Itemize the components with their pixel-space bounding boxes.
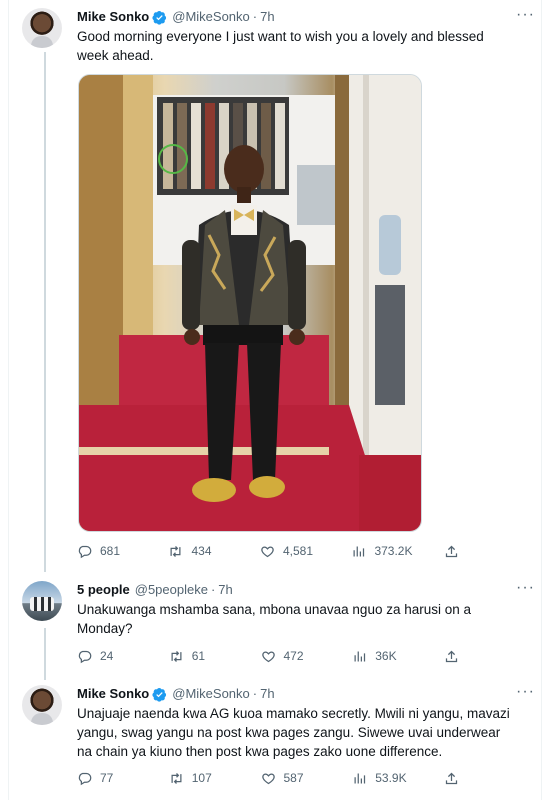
heart-icon (261, 650, 275, 662)
thread-line (44, 52, 46, 572)
view-count: 36K (375, 649, 397, 663)
separator-dot: · (252, 9, 258, 24)
user-handle[interactable]: @MikeSonko (172, 9, 250, 25)
share-icon (445, 650, 458, 662)
reply-icon (78, 650, 92, 663)
tweet-photo[interactable] (78, 74, 422, 532)
retweet-count: 434 (191, 544, 212, 558)
views-icon (354, 773, 366, 783)
views-icon (354, 651, 366, 661)
reply-count: 24 (100, 649, 114, 663)
retweet-button[interactable]: 107 (169, 771, 229, 786)
share-icon (445, 772, 458, 784)
avatar[interactable] (22, 685, 62, 725)
display-name[interactable]: Mike Sonko (77, 686, 149, 702)
retweet-icon (171, 772, 182, 784)
tweet-header: 5 people @5peopleke · 7h (77, 582, 233, 598)
timestamp[interactable]: 7h (260, 686, 274, 702)
tweet-text: Good morning everyone I just want to wis… (77, 29, 484, 63)
more-icon[interactable]: ··· (516, 7, 535, 23)
retweet-icon (170, 545, 181, 557)
views-button[interactable]: 53.9K (352, 771, 412, 786)
reply-count: 77 (100, 771, 114, 785)
view-count: 53.9K (375, 771, 407, 785)
reply-count: 681 (100, 544, 121, 558)
like-button[interactable]: 587 (261, 771, 321, 786)
like-button[interactable]: 4,581 (260, 544, 320, 559)
retweet-count: 61 (191, 649, 206, 663)
timestamp[interactable]: 7h (260, 9, 274, 25)
thread-line (44, 628, 46, 680)
display-name[interactable]: 5 people (77, 582, 130, 598)
like-count: 587 (283, 771, 304, 785)
user-handle[interactable]: @5peopleke (135, 582, 208, 598)
reply-button[interactable]: 24 (77, 649, 137, 664)
reply-button[interactable]: 681 (77, 544, 137, 559)
verified-badge-icon (152, 10, 167, 25)
retweet-icon (171, 650, 182, 662)
retweet-button[interactable]: 61 (169, 649, 229, 664)
tweet-actions: 24 61 472 36K (77, 647, 459, 665)
verified-badge-icon (152, 687, 167, 702)
tweet-header: Mike Sonko @MikeSonko · 7h (77, 686, 275, 702)
retweet-button[interactable]: 434 (168, 544, 228, 559)
display-name[interactable]: Mike Sonko (77, 9, 149, 25)
views-icon (353, 546, 365, 556)
retweet-count: 107 (191, 771, 212, 785)
more-icon[interactable]: ··· (516, 684, 535, 700)
timestamp[interactable]: 7h (218, 582, 232, 598)
tweet-actions: 681 434 4,581 373.2K (77, 542, 459, 560)
photo-image (79, 75, 421, 531)
share-icon (445, 545, 458, 557)
reply-icon (78, 545, 92, 558)
like-count: 4,581 (282, 544, 313, 558)
separator-dot: · (210, 582, 216, 597)
user-handle[interactable]: @MikeSonko (172, 686, 250, 702)
separator-dot: · (252, 686, 258, 701)
views-button[interactable]: 36K (352, 649, 412, 664)
heart-icon (261, 545, 274, 557)
more-icon[interactable]: ··· (516, 580, 535, 596)
tweet-header: Mike Sonko @MikeSonko · 7h (77, 9, 275, 25)
share-button[interactable] (444, 649, 459, 664)
tweet-text: Unajuaje naenda kwa AG kuoa mamako secre… (77, 706, 510, 759)
share-button[interactable] (444, 544, 459, 559)
like-button[interactable]: 472 (261, 649, 321, 664)
like-count: 472 (283, 649, 304, 663)
reply-button[interactable]: 77 (77, 771, 137, 786)
reply-icon (78, 772, 92, 785)
tweet-text: Unakuwanga mshamba sana, mbona unavaa ng… (77, 602, 472, 636)
timeline-border-left (8, 0, 9, 800)
share-button[interactable] (444, 771, 459, 786)
timeline-border-right (541, 0, 542, 800)
heart-icon (261, 772, 275, 784)
avatar[interactable] (22, 8, 62, 48)
views-button[interactable]: 373.2K (351, 544, 413, 559)
tweet-actions: 77 107 587 53.9K (77, 769, 459, 787)
avatar[interactable] (22, 581, 62, 621)
view-count: 373.2K (374, 544, 413, 558)
